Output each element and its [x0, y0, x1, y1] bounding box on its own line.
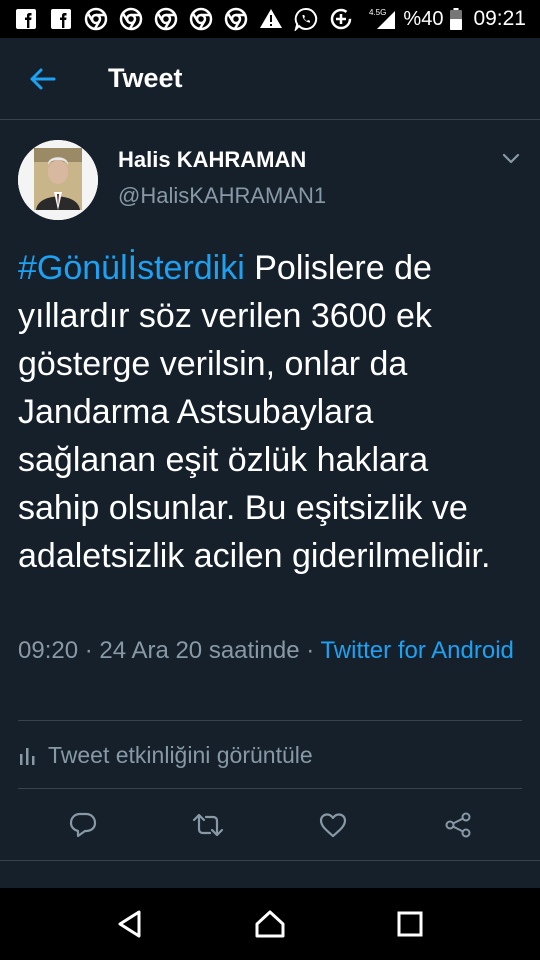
whatsapp-icon — [294, 7, 318, 31]
tweet-text: #Gönülİsterdiki Polislere de yıllardır s… — [18, 244, 518, 580]
chrome-icon — [154, 7, 178, 31]
tweet-meta: 09:20 · 24 Ara 20 saatinde · Twitter for… — [18, 634, 518, 668]
clock: 09:21 — [473, 7, 526, 30]
heart-icon — [319, 813, 346, 838]
chrome-icon — [119, 7, 143, 31]
reply-button[interactable] — [58, 800, 108, 850]
share-icon — [445, 812, 470, 838]
chevron-down-icon — [502, 153, 520, 164]
warning-icon — [259, 7, 283, 31]
battery-percent: %40 — [403, 7, 444, 30]
share-button[interactable] — [433, 800, 483, 850]
chrome-icon — [84, 7, 108, 31]
app-header: Tweet — [0, 38, 540, 120]
signal-icon: 4.5G — [367, 7, 397, 31]
divider — [18, 720, 522, 721]
svg-text:4.5G: 4.5G — [369, 8, 386, 17]
square-recents-icon — [397, 911, 423, 937]
retweet-button[interactable] — [183, 800, 233, 850]
meta-separator: · — [84, 637, 93, 664]
tweet-date: 24 Ara 20 saatinde — [99, 637, 300, 664]
tweet-body: Polislere de yıllardır söz verilen 3600 … — [18, 249, 491, 575]
battery-icon — [449, 7, 463, 31]
divider — [0, 860, 540, 861]
hashtag-link[interactable]: #Gönülİsterdiki — [18, 249, 245, 287]
android-nav-bar — [0, 888, 540, 960]
system-status: 4.5G %40 09:21 — [367, 7, 526, 31]
reply-icon — [69, 812, 96, 838]
nav-back-button[interactable] — [100, 894, 160, 954]
author-handle[interactable]: @HalisKAHRAMAN1 — [118, 183, 326, 209]
nav-home-button[interactable] — [240, 894, 300, 954]
home-icon — [255, 910, 285, 938]
analytics-icon — [20, 748, 35, 765]
author-name[interactable]: Halis KAHRAMAN — [118, 147, 326, 173]
tweet-actions — [0, 800, 540, 850]
divider — [18, 788, 522, 789]
data-saver-icon — [329, 7, 353, 31]
back-button[interactable] — [12, 49, 72, 109]
like-button[interactable] — [308, 800, 358, 850]
chrome-icon — [224, 7, 248, 31]
author-names: Halis KAHRAMAN @HalisKAHRAMAN1 — [118, 147, 326, 209]
avatar[interactable] — [18, 140, 98, 220]
facebook-icon — [14, 7, 38, 31]
tweet-activity-link[interactable]: Tweet etkinliğini görüntüle — [18, 734, 522, 776]
triangle-back-icon — [118, 910, 141, 938]
tweet-source-link[interactable]: Twitter for Android — [320, 637, 513, 664]
page-title: Tweet — [108, 63, 183, 93]
retweet-icon — [192, 813, 223, 837]
nav-recents-button[interactable] — [380, 894, 440, 954]
tweet-menu-button[interactable] — [498, 146, 524, 172]
tweet-time: 09:20 — [18, 637, 79, 664]
arrow-left-icon — [30, 68, 56, 89]
notification-icons — [14, 7, 367, 31]
activity-label: Tweet etkinliğini görüntüle — [48, 741, 313, 768]
chrome-icon — [189, 7, 213, 31]
facebook-icon — [49, 7, 73, 31]
meta-separator: · — [306, 637, 315, 664]
tweet-author: Halis KAHRAMAN @HalisKAHRAMAN1 — [18, 138, 528, 222]
status-bar: 4.5G %40 09:21 — [0, 0, 540, 38]
